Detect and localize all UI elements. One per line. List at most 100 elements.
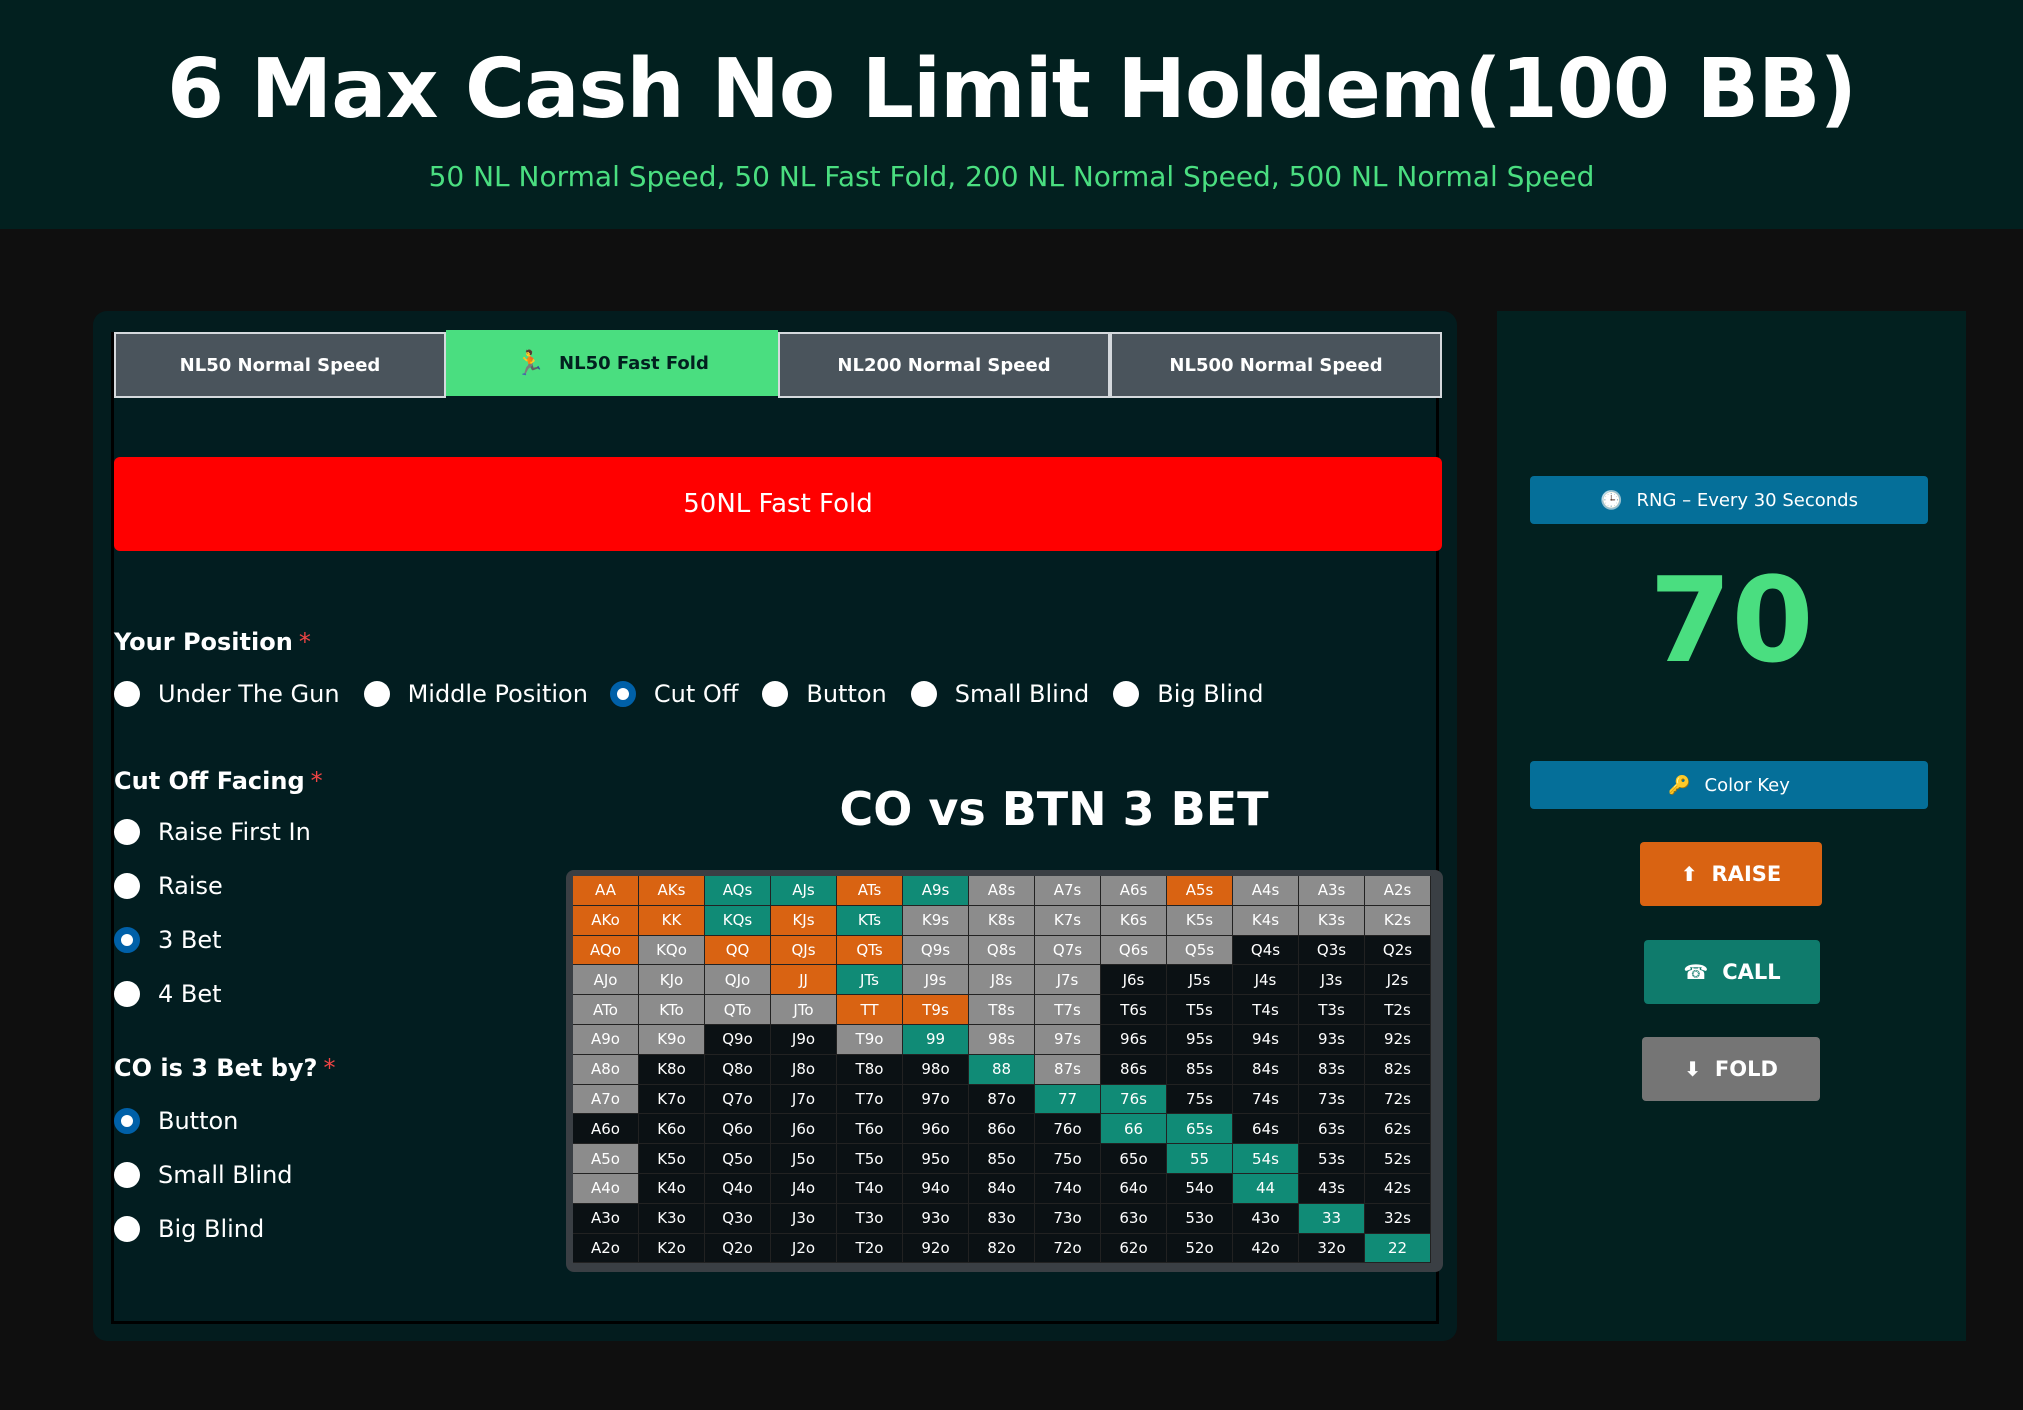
range-cell: A9o — [573, 1024, 639, 1055]
radio-circle-selected[interactable] — [114, 1108, 140, 1134]
threebet-by-label: CO is 3 Bet by? * — [114, 1054, 335, 1082]
radio-circle[interactable] — [1113, 681, 1140, 707]
radio-3bet-by-small-blind[interactable]: Small Blind — [114, 1161, 293, 1189]
position-label: Your Position * — [114, 628, 311, 656]
range-cell: A6o — [573, 1114, 639, 1145]
range-cell: 72o — [1035, 1233, 1101, 1264]
range-cell: QTo — [705, 995, 771, 1025]
radio-3bet-by-big-blind[interactable]: Big Blind — [114, 1215, 264, 1243]
radio-cut-off[interactable]: Cut Off — [609, 680, 738, 708]
range-cell: A9s — [903, 876, 969, 906]
range-cell: J5s — [1167, 965, 1233, 996]
range-cell: 62s — [1365, 1114, 1431, 1145]
rng-timer-button[interactable]: 🕒 RNG – Every 30 Seconds — [1530, 476, 1928, 524]
radio-circle[interactable] — [114, 981, 140, 1007]
range-cell: J7s — [1035, 965, 1101, 996]
range-cell: 76s — [1101, 1084, 1167, 1115]
range-cell: A4s — [1233, 876, 1299, 906]
radio-button[interactable]: Button — [762, 680, 887, 708]
range-cell: Q5s — [1167, 935, 1233, 966]
radio-circle[interactable] — [114, 1216, 140, 1242]
radio-raise[interactable]: Raise — [114, 872, 223, 900]
range-cell: 73s — [1299, 1084, 1365, 1115]
range-cell: 22 — [1365, 1233, 1431, 1264]
radio-label: 3 Bet — [158, 926, 222, 954]
range-grid: AA AKs AQs AJs ATs A9s A8s A7s A6s A5s A4s A3s A2s AK… — [573, 876, 1431, 1264]
radio-3bet-by-button[interactable]: Button — [114, 1107, 238, 1135]
range-cell: AA — [573, 876, 639, 906]
range-cell: Q8o — [705, 1054, 771, 1085]
radio-label: Under The Gun — [158, 680, 340, 708]
range-cell: J3o — [771, 1203, 837, 1234]
tab-nl50-normal[interactable]: NL50 Normal Speed — [114, 332, 446, 398]
radio-circle[interactable] — [114, 819, 140, 845]
radio-circle[interactable] — [114, 1162, 140, 1188]
range-cell: T5s — [1167, 995, 1233, 1025]
range-cell: 85s — [1167, 1054, 1233, 1085]
range-cell: A4o — [573, 1173, 639, 1204]
range-cell: 82o — [969, 1233, 1035, 1264]
radio-big-blind[interactable]: Big Blind — [1113, 680, 1264, 708]
radio-circle-selected[interactable] — [114, 927, 140, 953]
radio-circle[interactable] — [114, 873, 140, 899]
radio-4-bet[interactable]: 4 Bet — [114, 980, 222, 1008]
main-panel: NL50 Normal Speed 🏃 NL50 Fast Fold NL200 … — [93, 311, 1457, 1341]
range-grid-container: AA AKs AQs AJs ATs A9s A8s A7s A6s A5s A4s A3s A2s AK… — [566, 870, 1443, 1272]
radio-middle-position[interactable]: Middle Position — [363, 680, 588, 708]
radio-circle[interactable] — [762, 681, 789, 707]
range-cell: K4s — [1233, 905, 1299, 936]
range-cell: K9s — [903, 905, 969, 936]
range-cell: JJ — [771, 965, 837, 996]
raise-button[interactable]: ⬆ RAISE — [1640, 842, 1822, 906]
range-cell: 98s — [969, 1024, 1035, 1055]
radio-label: 4 Bet — [158, 980, 222, 1008]
range-cell: 52o — [1167, 1233, 1233, 1264]
range-cell: 83s — [1299, 1054, 1365, 1085]
position-label-text: Your Position — [114, 628, 293, 656]
range-cell: T9o — [837, 1024, 903, 1055]
range-cell: 94s — [1233, 1024, 1299, 1055]
tab-nl500-normal[interactable]: NL500 Normal Speed — [1110, 332, 1442, 398]
tab-label: NL50 Fast Fold — [559, 352, 709, 374]
radio-raise-first-in[interactable]: Raise First In — [114, 818, 311, 846]
radio-label: Button — [158, 1107, 239, 1135]
range-cell: K3o — [639, 1203, 705, 1234]
range-cell: J7o — [771, 1084, 837, 1115]
fold-label: FOLD — [1714, 1057, 1778, 1081]
range-cell: J4s — [1233, 965, 1299, 996]
radio-circle[interactable] — [114, 681, 140, 707]
fold-button[interactable]: ⬇ FOLD — [1642, 1037, 1820, 1101]
range-cell: T3s — [1299, 995, 1365, 1025]
radio-circle-selected[interactable] — [609, 681, 636, 707]
range-cell: 99 — [903, 1024, 969, 1055]
range-cell: ATs — [837, 876, 903, 906]
tab-nl200-normal[interactable]: NL200 Normal Speed — [778, 332, 1110, 398]
range-cell: A8s — [969, 876, 1035, 906]
range-cell: A6s — [1101, 876, 1167, 906]
range-cell: K2s — [1365, 905, 1431, 936]
radio-3-bet[interactable]: 3 Bet — [114, 926, 222, 954]
range-cell: J6s — [1101, 965, 1167, 996]
rng-value: 70 — [1649, 551, 1814, 689]
range-cell: Q9s — [903, 935, 969, 966]
radio-circle[interactable] — [363, 681, 390, 707]
running-man-icon: 🏃 — [515, 349, 546, 377]
radio-circle[interactable] — [910, 681, 937, 707]
range-cell: K8s — [969, 905, 1035, 936]
range-cell: 84o — [969, 1173, 1035, 1204]
range-cell: 82s — [1365, 1054, 1431, 1085]
range-cell: 54o — [1167, 1173, 1233, 1204]
radio-small-blind[interactable]: Small Blind — [910, 680, 1090, 708]
range-cell: JTo — [771, 995, 837, 1025]
range-cell: 65s — [1167, 1114, 1233, 1145]
range-cell: J3s — [1299, 965, 1365, 996]
range-cell: KQs — [705, 905, 771, 936]
color-key-button[interactable]: 🔑 Color Key — [1530, 761, 1928, 809]
radio-under-the-gun[interactable]: Under The Gun — [114, 680, 340, 708]
tab-nl50-fast-fold[interactable]: 🏃 NL50 Fast Fold — [446, 330, 778, 396]
call-button[interactable]: ☎ CALL — [1644, 940, 1820, 1004]
range-cell: 86o — [969, 1114, 1035, 1145]
radio-label: Small Blind — [954, 680, 1090, 708]
range-cell: 98o — [903, 1054, 969, 1085]
range-cell: 73o — [1035, 1203, 1101, 1234]
